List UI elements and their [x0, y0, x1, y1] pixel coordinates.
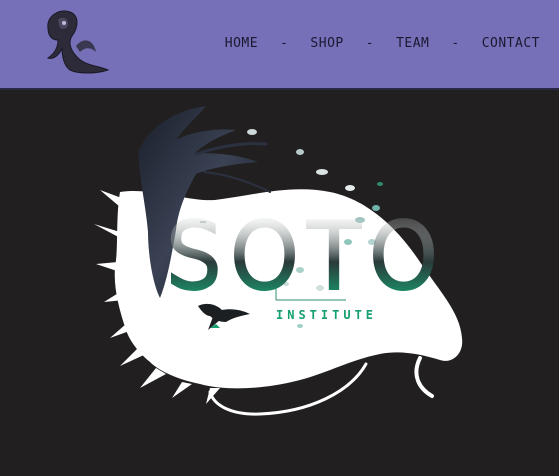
main-nav: HOME - SHOP - TEAM - CONTACT	[225, 36, 540, 51]
site-header: HOME - SHOP - TEAM - CONTACT	[0, 0, 559, 90]
nav-separator: -	[365, 36, 375, 51]
wizard-logo-icon[interactable]	[36, 6, 114, 76]
nav-separator: -	[451, 36, 460, 51]
nav-home-link[interactable]: HOME	[225, 36, 258, 51]
brand-title: SOTO	[166, 205, 446, 308]
nav-separator: -	[280, 36, 289, 51]
hero-section: SOTO INSTITUTE	[0, 92, 559, 476]
hero-artwork: SOTO INSTITUTE	[94, 106, 463, 416]
brand-subtitle: INSTITUTE	[276, 308, 377, 322]
nav-contact-link[interactable]: CONTACT	[482, 36, 540, 51]
nav-team-link[interactable]: TEAM	[396, 36, 429, 51]
nav-shop-link[interactable]: SHOP	[310, 36, 343, 51]
